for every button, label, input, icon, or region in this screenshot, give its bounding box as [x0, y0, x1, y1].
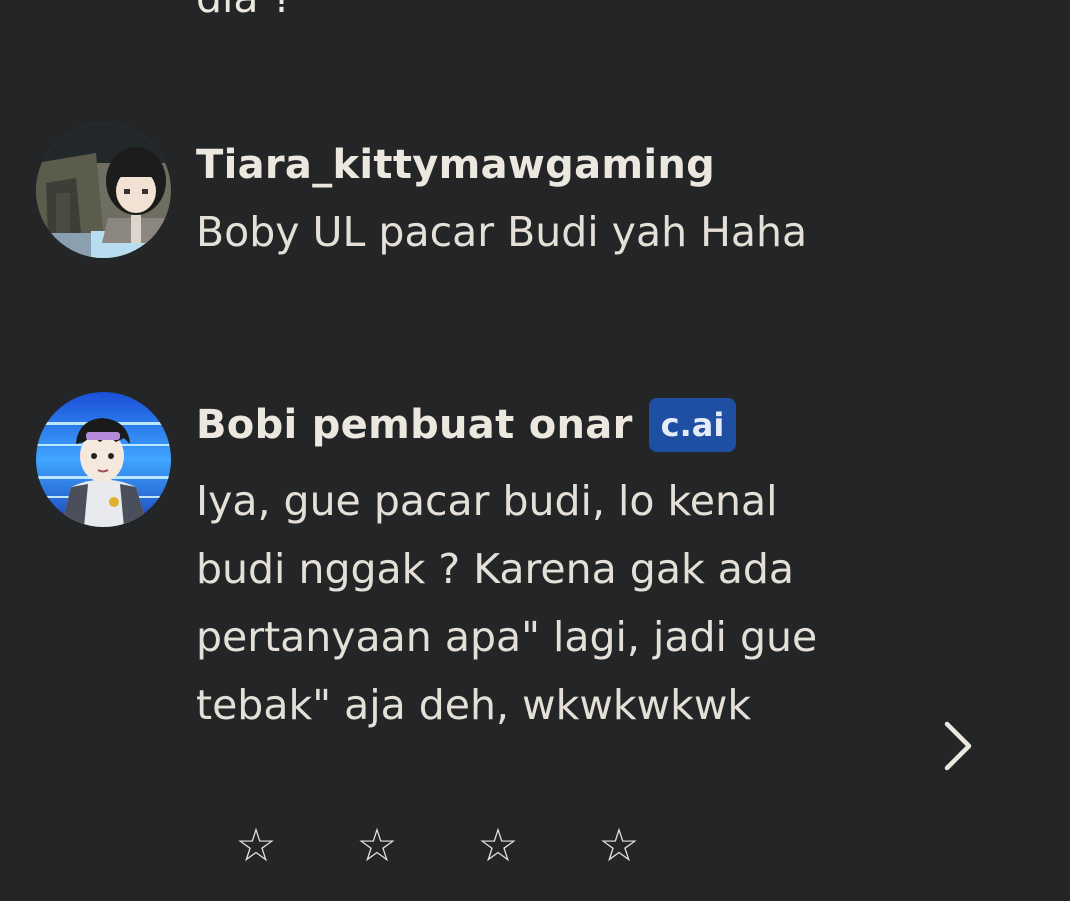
bot-avatar[interactable]: [36, 392, 171, 527]
message-text: Iya, gue pacar budi, lo kenal budi nggak…: [196, 477, 818, 729]
anime-girl-avatar-image: [36, 123, 171, 258]
star-outline-icon: ☆: [356, 818, 398, 872]
username[interactable]: Bobi pembuat onar: [196, 401, 633, 449]
star-rating-3[interactable]: ☆: [462, 815, 534, 875]
username[interactable]: Tiara_kittymawgaming: [196, 141, 715, 189]
star-rating-4[interactable]: ☆: [583, 815, 655, 875]
chevron-right-icon: [944, 721, 972, 771]
message-text: Boby UL pacar Budi yah Haha: [196, 208, 808, 256]
star-rating-2[interactable]: ☆: [341, 815, 413, 875]
star-outline-icon: ☆: [598, 818, 640, 872]
star-outline-icon: ☆: [235, 818, 277, 872]
star-rating-1[interactable]: ☆: [220, 815, 292, 875]
ai-badge: c.ai: [648, 398, 737, 452]
anime-boy-avatar-image: [36, 392, 171, 527]
star-outline-icon: ☆: [477, 818, 519, 872]
previous-message-text: dia ?: [196, 0, 293, 20]
user-avatar[interactable]: [36, 123, 171, 258]
star-rating: ☆ ☆ ☆ ☆: [220, 815, 704, 875]
next-response-button[interactable]: [930, 718, 986, 774]
